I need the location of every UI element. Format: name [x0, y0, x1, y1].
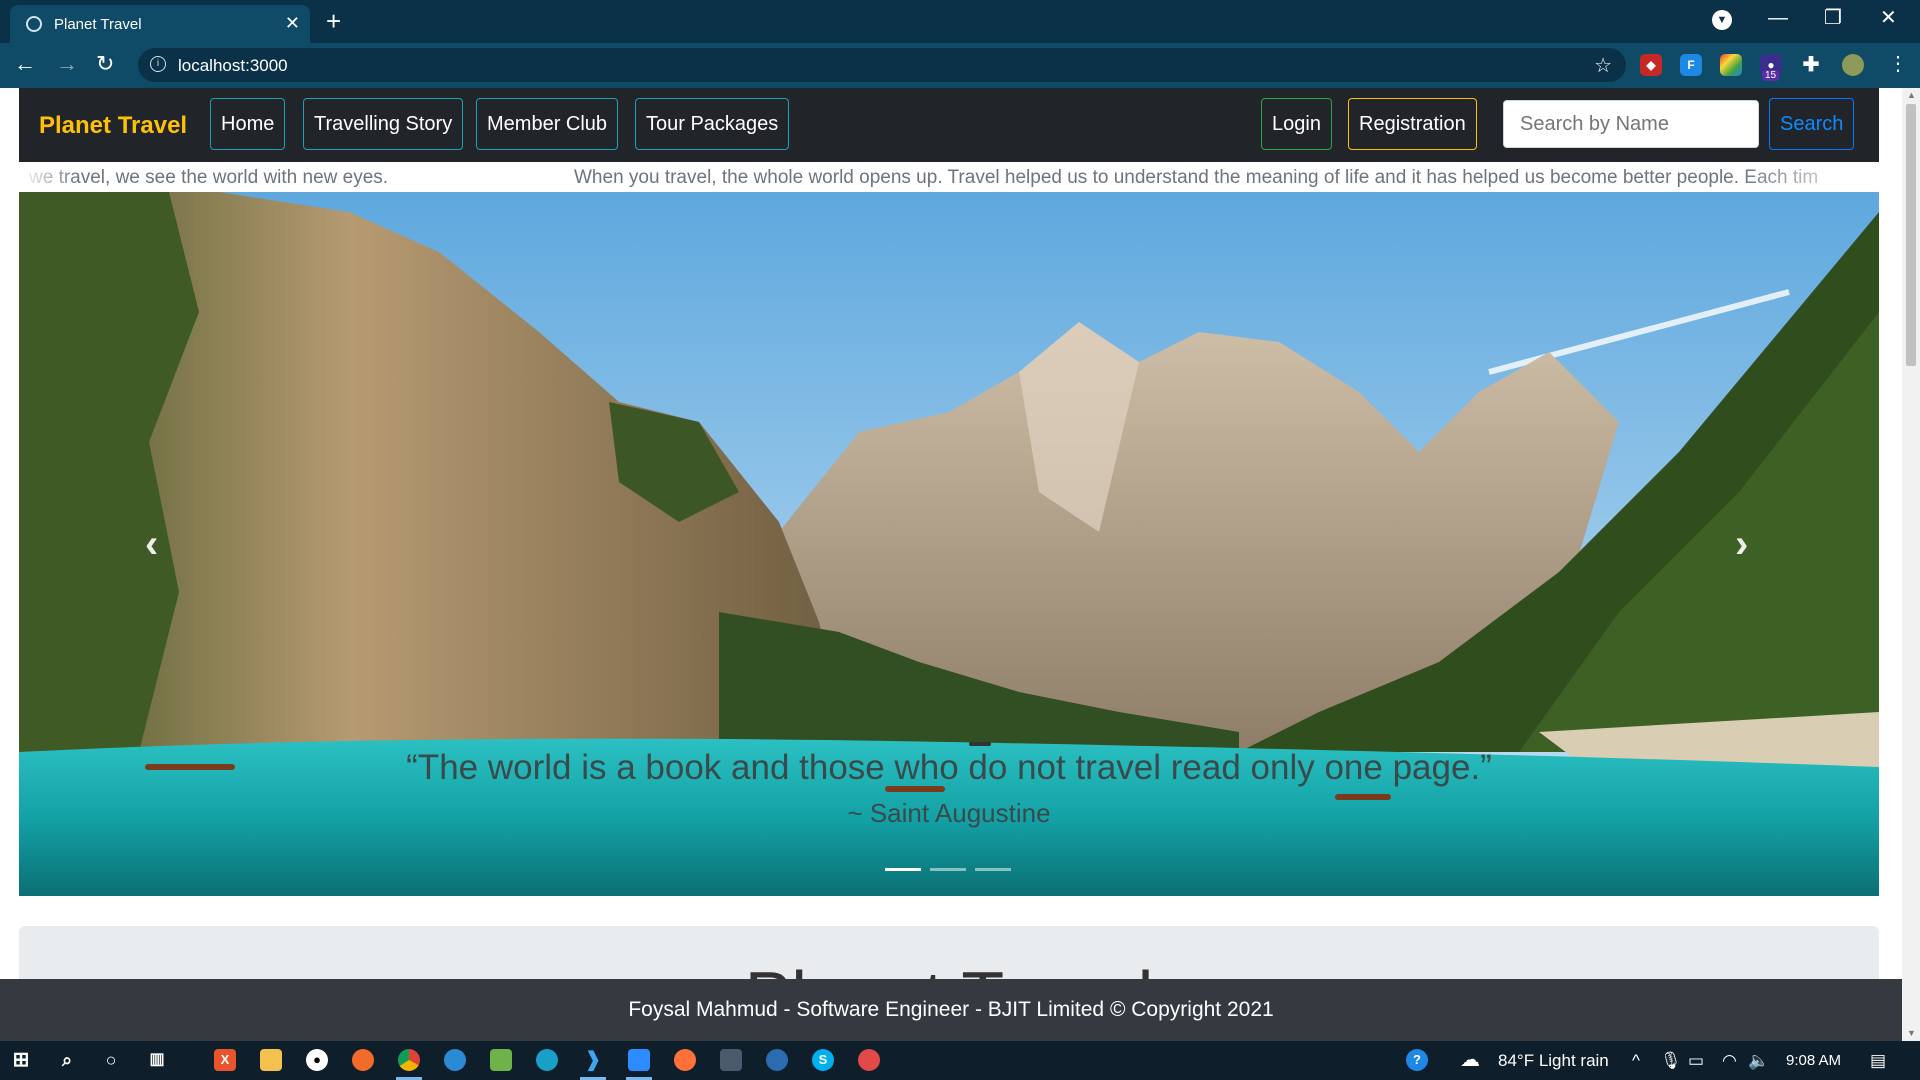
volume-icon[interactable]: 🔈	[1748, 1051, 1769, 1071]
nav-tour-packages-button[interactable]: Tour Packages	[635, 98, 790, 150]
site-brand[interactable]: Planet Travel	[39, 112, 187, 140]
skype-icon[interactable]: S	[812, 1049, 834, 1071]
browser-menu-icon[interactable]: ⋮	[1888, 51, 1908, 77]
carousel-indicator-2[interactable]	[930, 868, 966, 871]
carousel-quote: “The world is a book and those who do no…	[406, 748, 1492, 787]
microphone-icon[interactable]: 🎙	[1660, 1051, 1682, 1071]
search-button[interactable]: Search	[1769, 98, 1855, 150]
close-window-button[interactable]: ✕	[1880, 6, 1897, 30]
weather-text[interactable]: 84°F Light rain	[1498, 1051, 1609, 1071]
extension-icon-2[interactable]: F	[1680, 54, 1702, 76]
xampp-icon[interactable]: X	[214, 1049, 236, 1071]
help-icon[interactable]: ?	[1406, 1049, 1428, 1071]
extensions-puzzle-icon[interactable]: ✚	[1800, 54, 1822, 76]
edge-icon[interactable]	[536, 1049, 558, 1071]
scroll-up-icon[interactable]: ▲	[1907, 90, 1916, 100]
login-button[interactable]: Login	[1261, 98, 1332, 150]
tab-title: Planet Travel	[54, 16, 142, 33]
site-navbar: Planet Travel Home Travelling Story Memb…	[19, 88, 1879, 162]
carousel-author: ~ Saint Augustine	[847, 798, 1051, 828]
app-icon-red[interactable]	[858, 1049, 880, 1071]
marquee-fade-right	[1739, 162, 1879, 192]
carousel-prev-icon[interactable]: ‹	[145, 522, 158, 567]
quote-marquee: we travel, we see the world with new eye…	[19, 162, 1879, 192]
windows-taskbar: ⊞ ⌕ ○ ▥ X ● ❱ S ? ☁ 84°F Light rain ^ 🎙 …	[0, 1041, 1920, 1080]
wifi-icon[interactable]: ◠	[1722, 1051, 1737, 1071]
address-bar[interactable]: i localhost:3000 ☆	[138, 48, 1626, 82]
registration-button[interactable]: Registration	[1348, 98, 1477, 150]
notifications-icon[interactable]: ▤	[1870, 1051, 1886, 1071]
extension-badge: 15	[1762, 70, 1780, 81]
notepad-icon[interactable]	[490, 1049, 512, 1071]
profile-avatar[interactable]	[1842, 54, 1864, 76]
file-explorer-icon[interactable]	[260, 1049, 282, 1071]
scrollbar-thumb[interactable]	[1906, 104, 1916, 366]
nav-travelling-story-button[interactable]: Travelling Story	[303, 98, 464, 150]
tab-search-icon[interactable]: ▼	[1712, 10, 1732, 30]
bookmark-star-icon[interactable]: ☆	[1594, 53, 1612, 78]
site-info-icon[interactable]: i	[150, 56, 166, 72]
reload-icon[interactable]: ↻	[96, 51, 114, 77]
browser-tab[interactable]: Planet Travel ✕	[10, 5, 310, 43]
carousel-indicator-1[interactable]	[885, 868, 921, 871]
extension-icon-1[interactable]: ◆	[1640, 54, 1662, 76]
maximize-button[interactable]: ❐	[1824, 6, 1842, 30]
clock-time[interactable]: 9:08 AM	[1786, 1052, 1841, 1069]
site-favicon-icon	[26, 16, 42, 32]
github-icon[interactable]: ●	[306, 1049, 328, 1071]
hero-carousel: ‹ › “The world is a book and those who d…	[19, 192, 1879, 896]
marquee-text-left: we travel, we see the world with new eye…	[29, 167, 389, 188]
app-icon-chat[interactable]	[766, 1049, 788, 1071]
carousel-next-icon[interactable]: ›	[1735, 522, 1748, 567]
scroll-down-icon[interactable]: ▼	[1907, 1028, 1916, 1038]
address-url: localhost:3000	[178, 56, 288, 75]
app-icon-edge-dev[interactable]	[444, 1049, 466, 1071]
extension-icon-3[interactable]	[1720, 54, 1742, 76]
cortana-icon[interactable]: ○	[100, 1049, 122, 1071]
mountain-lake-image	[19, 192, 1879, 896]
back-arrow-icon[interactable]: ←	[14, 51, 36, 77]
firefox-icon[interactable]	[674, 1049, 696, 1071]
page-viewport: Planet Travel Home Travelling Story Memb…	[0, 88, 1902, 1041]
postman-icon[interactable]	[352, 1049, 374, 1071]
windows-start-icon[interactable]: ⊞	[10, 1049, 32, 1071]
search-input[interactable]	[1503, 100, 1759, 148]
search-icon[interactable]: ⌕	[56, 1049, 78, 1071]
minimize-button[interactable]: —	[1768, 6, 1788, 30]
calculator-icon[interactable]	[720, 1049, 742, 1071]
site-footer: Foysal Mahmud - Software Engineer - BJIT…	[0, 979, 1902, 1041]
forward-arrow-icon[interactable]: →	[56, 51, 78, 77]
browser-toolbar: ← → ↻ i localhost:3000 ☆ ◆ F ● 15 ✚ ⋮	[0, 43, 1920, 88]
cloud-rain-icon: ☁	[1460, 1049, 1480, 1071]
tray-chevron-icon[interactable]: ^	[1632, 1051, 1640, 1071]
nav-home-button[interactable]: Home	[210, 98, 286, 150]
zoom-icon[interactable]	[628, 1049, 650, 1071]
vscode-icon[interactable]: ❱	[582, 1049, 604, 1071]
page-scrollbar[interactable]: ▲ ▼	[1902, 88, 1920, 1041]
chrome-icon[interactable]	[398, 1049, 420, 1071]
task-view-icon[interactable]: ▥	[146, 1049, 168, 1071]
battery-icon[interactable]: ▭	[1688, 1051, 1704, 1071]
tab-close-icon[interactable]: ✕	[285, 13, 300, 34]
nav-member-club-button[interactable]: Member Club	[476, 98, 619, 150]
marquee-fade-left	[19, 162, 79, 192]
browser-titlebar: Planet Travel ✕ + ▼ — ❐ ✕	[0, 0, 1920, 43]
marquee-text-right: When you travel, the whole world opens u…	[574, 167, 1819, 188]
carousel-indicator-3[interactable]	[975, 868, 1011, 871]
new-tab-button[interactable]: +	[326, 6, 341, 36]
